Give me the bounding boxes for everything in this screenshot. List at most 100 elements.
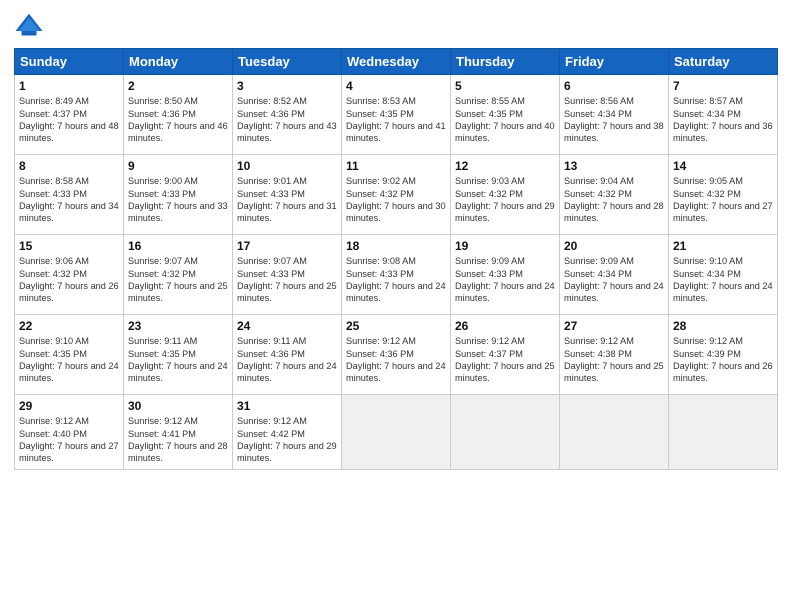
day-number: 8 bbox=[19, 158, 119, 174]
calendar-cell: 22Sunrise: 9:10 AMSunset: 4:35 PMDayligh… bbox=[15, 315, 124, 395]
day-number: 11 bbox=[346, 158, 446, 174]
day-info: Sunrise: 9:12 AMSunset: 4:41 PMDaylight:… bbox=[128, 415, 228, 465]
day-info: Sunrise: 8:55 AMSunset: 4:35 PMDaylight:… bbox=[455, 95, 555, 145]
day-info: Sunrise: 9:01 AMSunset: 4:33 PMDaylight:… bbox=[237, 175, 337, 225]
calendar-cell: 25Sunrise: 9:12 AMSunset: 4:36 PMDayligh… bbox=[342, 315, 451, 395]
calendar-cell: 9Sunrise: 9:00 AMSunset: 4:33 PMDaylight… bbox=[124, 155, 233, 235]
day-number: 31 bbox=[237, 398, 337, 414]
calendar-cell: 24Sunrise: 9:11 AMSunset: 4:36 PMDayligh… bbox=[233, 315, 342, 395]
page-container: SundayMondayTuesdayWednesdayThursdayFrid… bbox=[0, 0, 792, 476]
weekday-saturday: Saturday bbox=[669, 49, 778, 75]
day-number: 16 bbox=[128, 238, 228, 254]
calendar-cell: 8Sunrise: 8:58 AMSunset: 4:33 PMDaylight… bbox=[15, 155, 124, 235]
weekday-sunday: Sunday bbox=[15, 49, 124, 75]
calendar-cell: 3Sunrise: 8:52 AMSunset: 4:36 PMDaylight… bbox=[233, 75, 342, 155]
calendar-cell bbox=[669, 395, 778, 470]
day-info: Sunrise: 8:49 AMSunset: 4:37 PMDaylight:… bbox=[19, 95, 119, 145]
calendar-cell: 10Sunrise: 9:01 AMSunset: 4:33 PMDayligh… bbox=[233, 155, 342, 235]
day-info: Sunrise: 9:12 AMSunset: 4:36 PMDaylight:… bbox=[346, 335, 446, 385]
calendar-cell: 17Sunrise: 9:07 AMSunset: 4:33 PMDayligh… bbox=[233, 235, 342, 315]
calendar-cell: 7Sunrise: 8:57 AMSunset: 4:34 PMDaylight… bbox=[669, 75, 778, 155]
calendar-cell bbox=[342, 395, 451, 470]
day-number: 4 bbox=[346, 78, 446, 94]
calendar-cell: 26Sunrise: 9:12 AMSunset: 4:37 PMDayligh… bbox=[451, 315, 560, 395]
calendar-cell: 28Sunrise: 9:12 AMSunset: 4:39 PMDayligh… bbox=[669, 315, 778, 395]
calendar-cell: 16Sunrise: 9:07 AMSunset: 4:32 PMDayligh… bbox=[124, 235, 233, 315]
day-info: Sunrise: 9:10 AMSunset: 4:35 PMDaylight:… bbox=[19, 335, 119, 385]
day-number: 19 bbox=[455, 238, 555, 254]
day-number: 13 bbox=[564, 158, 664, 174]
logo-icon bbox=[14, 10, 44, 40]
weekday-wednesday: Wednesday bbox=[342, 49, 451, 75]
day-number: 26 bbox=[455, 318, 555, 334]
calendar-cell: 4Sunrise: 8:53 AMSunset: 4:35 PMDaylight… bbox=[342, 75, 451, 155]
day-info: Sunrise: 9:12 AMSunset: 4:39 PMDaylight:… bbox=[673, 335, 773, 385]
day-info: Sunrise: 9:09 AMSunset: 4:33 PMDaylight:… bbox=[455, 255, 555, 305]
day-number: 9 bbox=[128, 158, 228, 174]
day-info: Sunrise: 8:57 AMSunset: 4:34 PMDaylight:… bbox=[673, 95, 773, 145]
day-number: 5 bbox=[455, 78, 555, 94]
day-number: 2 bbox=[128, 78, 228, 94]
calendar-cell: 21Sunrise: 9:10 AMSunset: 4:34 PMDayligh… bbox=[669, 235, 778, 315]
calendar-cell: 23Sunrise: 9:11 AMSunset: 4:35 PMDayligh… bbox=[124, 315, 233, 395]
calendar-cell: 13Sunrise: 9:04 AMSunset: 4:32 PMDayligh… bbox=[560, 155, 669, 235]
day-number: 25 bbox=[346, 318, 446, 334]
week-row-2: 8Sunrise: 8:58 AMSunset: 4:33 PMDaylight… bbox=[15, 155, 778, 235]
logo bbox=[14, 10, 48, 40]
week-row-3: 15Sunrise: 9:06 AMSunset: 4:32 PMDayligh… bbox=[15, 235, 778, 315]
week-row-1: 1Sunrise: 8:49 AMSunset: 4:37 PMDaylight… bbox=[15, 75, 778, 155]
day-info: Sunrise: 9:12 AMSunset: 4:38 PMDaylight:… bbox=[564, 335, 664, 385]
week-row-4: 22Sunrise: 9:10 AMSunset: 4:35 PMDayligh… bbox=[15, 315, 778, 395]
day-info: Sunrise: 9:09 AMSunset: 4:34 PMDaylight:… bbox=[564, 255, 664, 305]
day-info: Sunrise: 8:58 AMSunset: 4:33 PMDaylight:… bbox=[19, 175, 119, 225]
day-info: Sunrise: 9:07 AMSunset: 4:33 PMDaylight:… bbox=[237, 255, 337, 305]
calendar-table: SundayMondayTuesdayWednesdayThursdayFrid… bbox=[14, 48, 778, 470]
day-info: Sunrise: 8:52 AMSunset: 4:36 PMDaylight:… bbox=[237, 95, 337, 145]
day-number: 15 bbox=[19, 238, 119, 254]
day-number: 6 bbox=[564, 78, 664, 94]
day-info: Sunrise: 9:06 AMSunset: 4:32 PMDaylight:… bbox=[19, 255, 119, 305]
day-info: Sunrise: 9:10 AMSunset: 4:34 PMDaylight:… bbox=[673, 255, 773, 305]
day-info: Sunrise: 9:05 AMSunset: 4:32 PMDaylight:… bbox=[673, 175, 773, 225]
day-info: Sunrise: 8:53 AMSunset: 4:35 PMDaylight:… bbox=[346, 95, 446, 145]
calendar-cell: 5Sunrise: 8:55 AMSunset: 4:35 PMDaylight… bbox=[451, 75, 560, 155]
day-number: 7 bbox=[673, 78, 773, 94]
calendar-cell bbox=[560, 395, 669, 470]
weekday-tuesday: Tuesday bbox=[233, 49, 342, 75]
day-info: Sunrise: 9:00 AMSunset: 4:33 PMDaylight:… bbox=[128, 175, 228, 225]
day-info: Sunrise: 9:04 AMSunset: 4:32 PMDaylight:… bbox=[564, 175, 664, 225]
day-info: Sunrise: 9:12 AMSunset: 4:37 PMDaylight:… bbox=[455, 335, 555, 385]
day-number: 3 bbox=[237, 78, 337, 94]
day-info: Sunrise: 9:11 AMSunset: 4:35 PMDaylight:… bbox=[128, 335, 228, 385]
week-row-5: 29Sunrise: 9:12 AMSunset: 4:40 PMDayligh… bbox=[15, 395, 778, 470]
day-info: Sunrise: 9:07 AMSunset: 4:32 PMDaylight:… bbox=[128, 255, 228, 305]
calendar-cell: 15Sunrise: 9:06 AMSunset: 4:32 PMDayligh… bbox=[15, 235, 124, 315]
day-number: 24 bbox=[237, 318, 337, 334]
day-info: Sunrise: 9:08 AMSunset: 4:33 PMDaylight:… bbox=[346, 255, 446, 305]
day-number: 12 bbox=[455, 158, 555, 174]
calendar-cell: 29Sunrise: 9:12 AMSunset: 4:40 PMDayligh… bbox=[15, 395, 124, 470]
day-info: Sunrise: 8:56 AMSunset: 4:34 PMDaylight:… bbox=[564, 95, 664, 145]
calendar-cell: 31Sunrise: 9:12 AMSunset: 4:42 PMDayligh… bbox=[233, 395, 342, 470]
day-number: 1 bbox=[19, 78, 119, 94]
page-header bbox=[14, 10, 778, 40]
weekday-monday: Monday bbox=[124, 49, 233, 75]
calendar-cell: 1Sunrise: 8:49 AMSunset: 4:37 PMDaylight… bbox=[15, 75, 124, 155]
calendar-cell: 20Sunrise: 9:09 AMSunset: 4:34 PMDayligh… bbox=[560, 235, 669, 315]
day-info: Sunrise: 9:02 AMSunset: 4:32 PMDaylight:… bbox=[346, 175, 446, 225]
weekday-thursday: Thursday bbox=[451, 49, 560, 75]
day-info: Sunrise: 9:12 AMSunset: 4:42 PMDaylight:… bbox=[237, 415, 337, 465]
day-number: 28 bbox=[673, 318, 773, 334]
day-number: 29 bbox=[19, 398, 119, 414]
day-info: Sunrise: 9:12 AMSunset: 4:40 PMDaylight:… bbox=[19, 415, 119, 465]
weekday-header-row: SundayMondayTuesdayWednesdayThursdayFrid… bbox=[15, 49, 778, 75]
day-number: 20 bbox=[564, 238, 664, 254]
day-info: Sunrise: 8:50 AMSunset: 4:36 PMDaylight:… bbox=[128, 95, 228, 145]
day-info: Sunrise: 9:03 AMSunset: 4:32 PMDaylight:… bbox=[455, 175, 555, 225]
day-info: Sunrise: 9:11 AMSunset: 4:36 PMDaylight:… bbox=[237, 335, 337, 385]
calendar-cell: 2Sunrise: 8:50 AMSunset: 4:36 PMDaylight… bbox=[124, 75, 233, 155]
day-number: 23 bbox=[128, 318, 228, 334]
calendar-cell: 18Sunrise: 9:08 AMSunset: 4:33 PMDayligh… bbox=[342, 235, 451, 315]
calendar-cell: 19Sunrise: 9:09 AMSunset: 4:33 PMDayligh… bbox=[451, 235, 560, 315]
day-number: 10 bbox=[237, 158, 337, 174]
